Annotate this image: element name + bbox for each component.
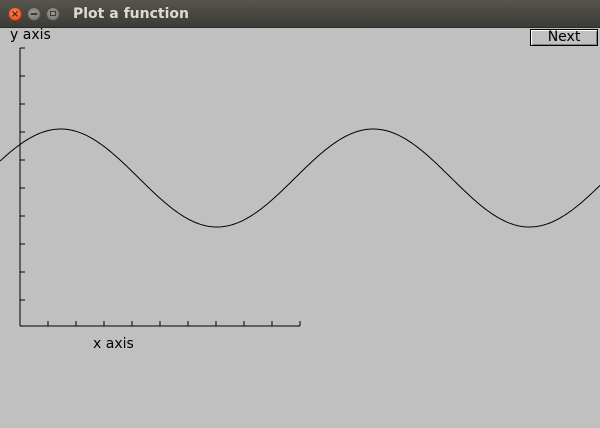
- window-title: Plot a function: [73, 6, 189, 22]
- function-curve: [0, 128, 600, 228]
- maximize-icon[interactable]: [46, 7, 60, 21]
- minimize-icon[interactable]: [27, 7, 41, 21]
- app-window: × Plot a function Next y axis x axis: [0, 0, 600, 428]
- y-axis-ticks: [20, 47, 25, 301]
- close-icon[interactable]: ×: [8, 7, 22, 21]
- x-axis-label: x axis: [93, 336, 134, 352]
- y-axis-label: y axis: [10, 28, 51, 43]
- function-plot: y axis x axis: [0, 28, 600, 352]
- x-axis-ticks: [47, 321, 301, 326]
- title-bar: × Plot a function: [0, 0, 600, 28]
